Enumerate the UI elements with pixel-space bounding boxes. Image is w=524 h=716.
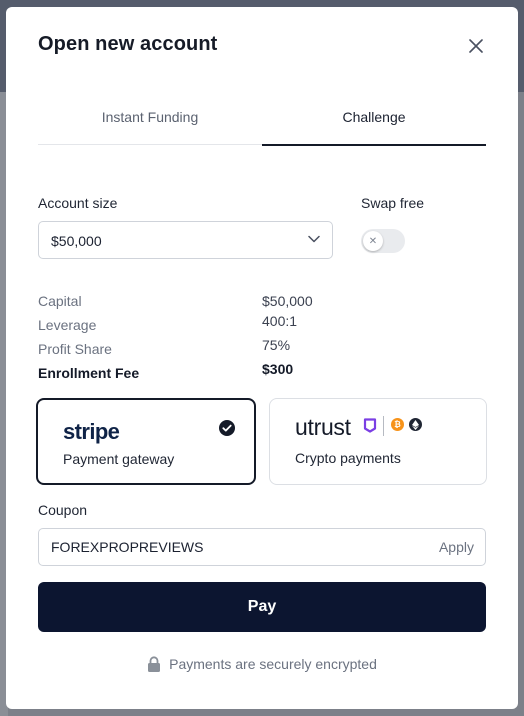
close-button[interactable] bbox=[464, 34, 488, 58]
security-note: Payments are securely encrypted bbox=[6, 656, 518, 672]
bitcoin-icon: ₿ bbox=[391, 418, 404, 431]
capital-label: Capital bbox=[38, 293, 82, 309]
logo-divider bbox=[383, 416, 384, 436]
utrust-mark-icon bbox=[363, 418, 377, 433]
enrollment-fee-value: $300 bbox=[262, 361, 294, 377]
stripe-option-label: Payment gateway bbox=[63, 451, 175, 467]
utrust-option-label: Crypto payments bbox=[295, 450, 401, 466]
payment-option-stripe[interactable]: stripe Payment gateway bbox=[36, 398, 256, 485]
account-type-tabs: Instant Funding Challenge bbox=[38, 103, 486, 146]
enrollment-fee-label: Enrollment Fee bbox=[38, 365, 140, 381]
swap-free-toggle[interactable]: ✕ bbox=[361, 229, 405, 253]
profit-share-value: 75% bbox=[262, 337, 291, 353]
lock-icon bbox=[148, 656, 161, 672]
profit-share-label: Profit Share bbox=[38, 341, 112, 357]
utrust-logo: utrust bbox=[295, 414, 351, 440]
modal-title: Open new account bbox=[38, 33, 218, 55]
leverage-label: Leverage bbox=[38, 317, 97, 333]
coupon-label: Coupon bbox=[38, 502, 88, 518]
apply-coupon-button[interactable]: Apply bbox=[439, 539, 474, 555]
tab-challenge[interactable]: Challenge bbox=[262, 103, 486, 146]
pay-button[interactable]: Pay bbox=[38, 582, 486, 632]
capital-value: $50,000 bbox=[262, 293, 313, 309]
toggle-off-icon: ✕ bbox=[363, 231, 383, 251]
stripe-logo: stripe bbox=[63, 419, 120, 444]
close-icon bbox=[469, 39, 483, 53]
account-size-label: Account size bbox=[38, 195, 118, 211]
tab-instant-funding[interactable]: Instant Funding bbox=[38, 103, 262, 145]
coupon-field: Apply bbox=[38, 528, 486, 566]
chevron-down-icon bbox=[308, 235, 320, 243]
account-size-value: $50,000 bbox=[51, 233, 102, 249]
open-account-modal: Open new account Instant Funding Challen… bbox=[6, 7, 518, 709]
payment-option-utrust[interactable]: utrust ₿ Crypto payments bbox=[269, 398, 487, 485]
swap-free-label: Swap free bbox=[361, 195, 425, 211]
check-circle-icon bbox=[219, 420, 235, 436]
ethereum-icon bbox=[409, 418, 422, 431]
leverage-value: 400:1 bbox=[262, 313, 298, 329]
coupon-input[interactable] bbox=[39, 529, 419, 565]
security-note-text: Payments are securely encrypted bbox=[169, 656, 377, 672]
account-size-select[interactable]: $50,000 bbox=[38, 221, 333, 259]
